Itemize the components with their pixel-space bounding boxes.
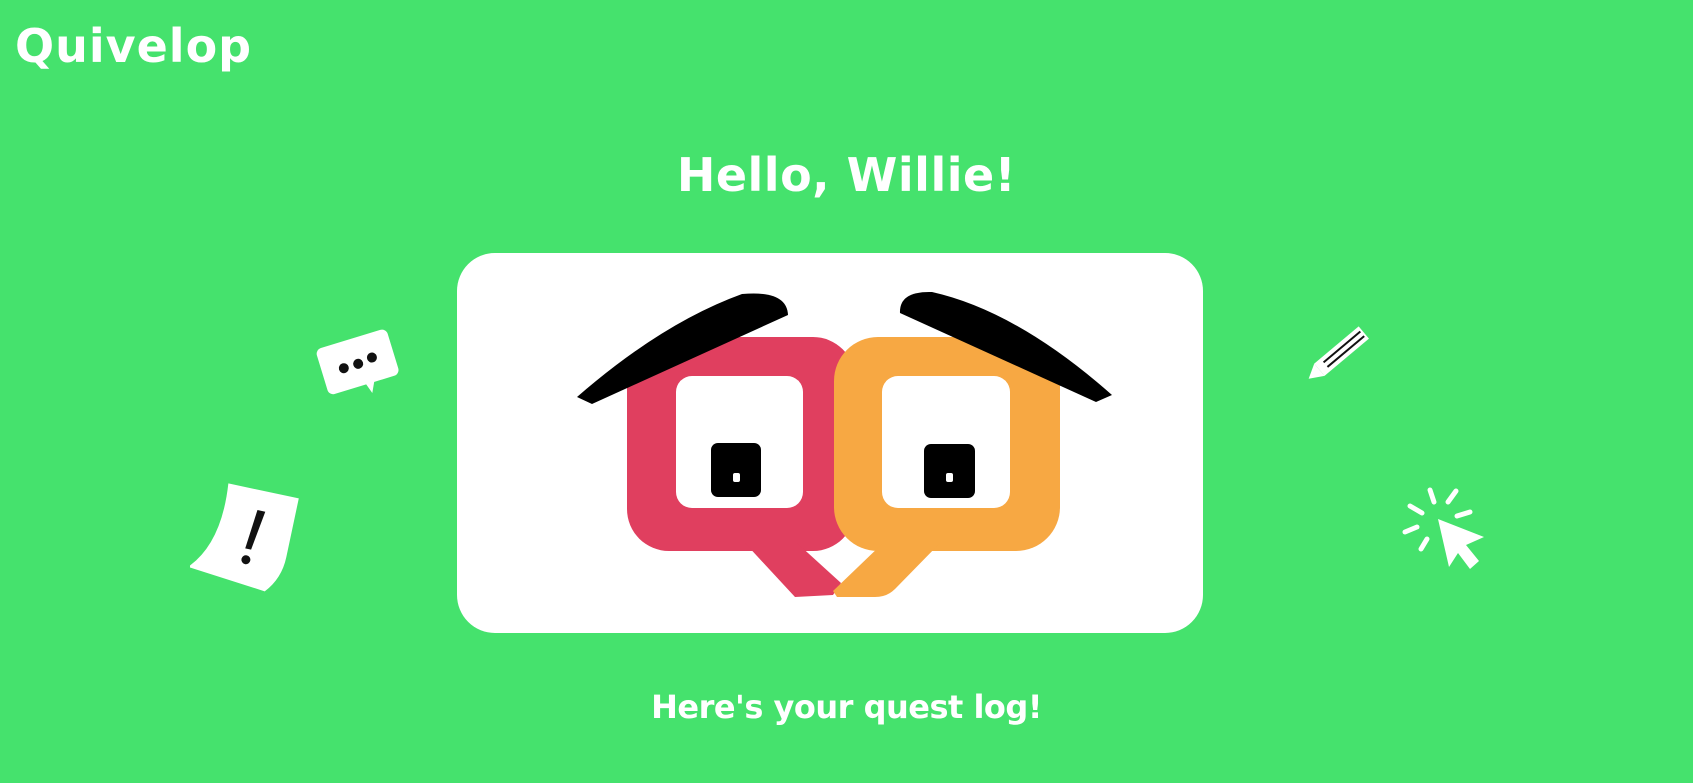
quivelop-mascot-icon: [577, 291, 1112, 597]
quest-log-heading: Here's your quest log!: [651, 688, 1042, 726]
right-speech-bubble: [833, 337, 1060, 597]
brand-logo[interactable]: Quivelop: [15, 16, 252, 76]
mascot-card: [457, 253, 1203, 633]
landing-page: Quivelop Hello, Willie! Here's your ques…: [0, 0, 1693, 783]
exclamation-note-icon: [190, 478, 300, 593]
greeting-heading: Hello, Willie!: [676, 148, 1017, 202]
cursor-click-icon: [1400, 485, 1492, 577]
pencil-icon: [1300, 320, 1375, 390]
chat-bubble-dots-icon: [310, 320, 405, 400]
left-speech-bubble: [627, 337, 855, 597]
